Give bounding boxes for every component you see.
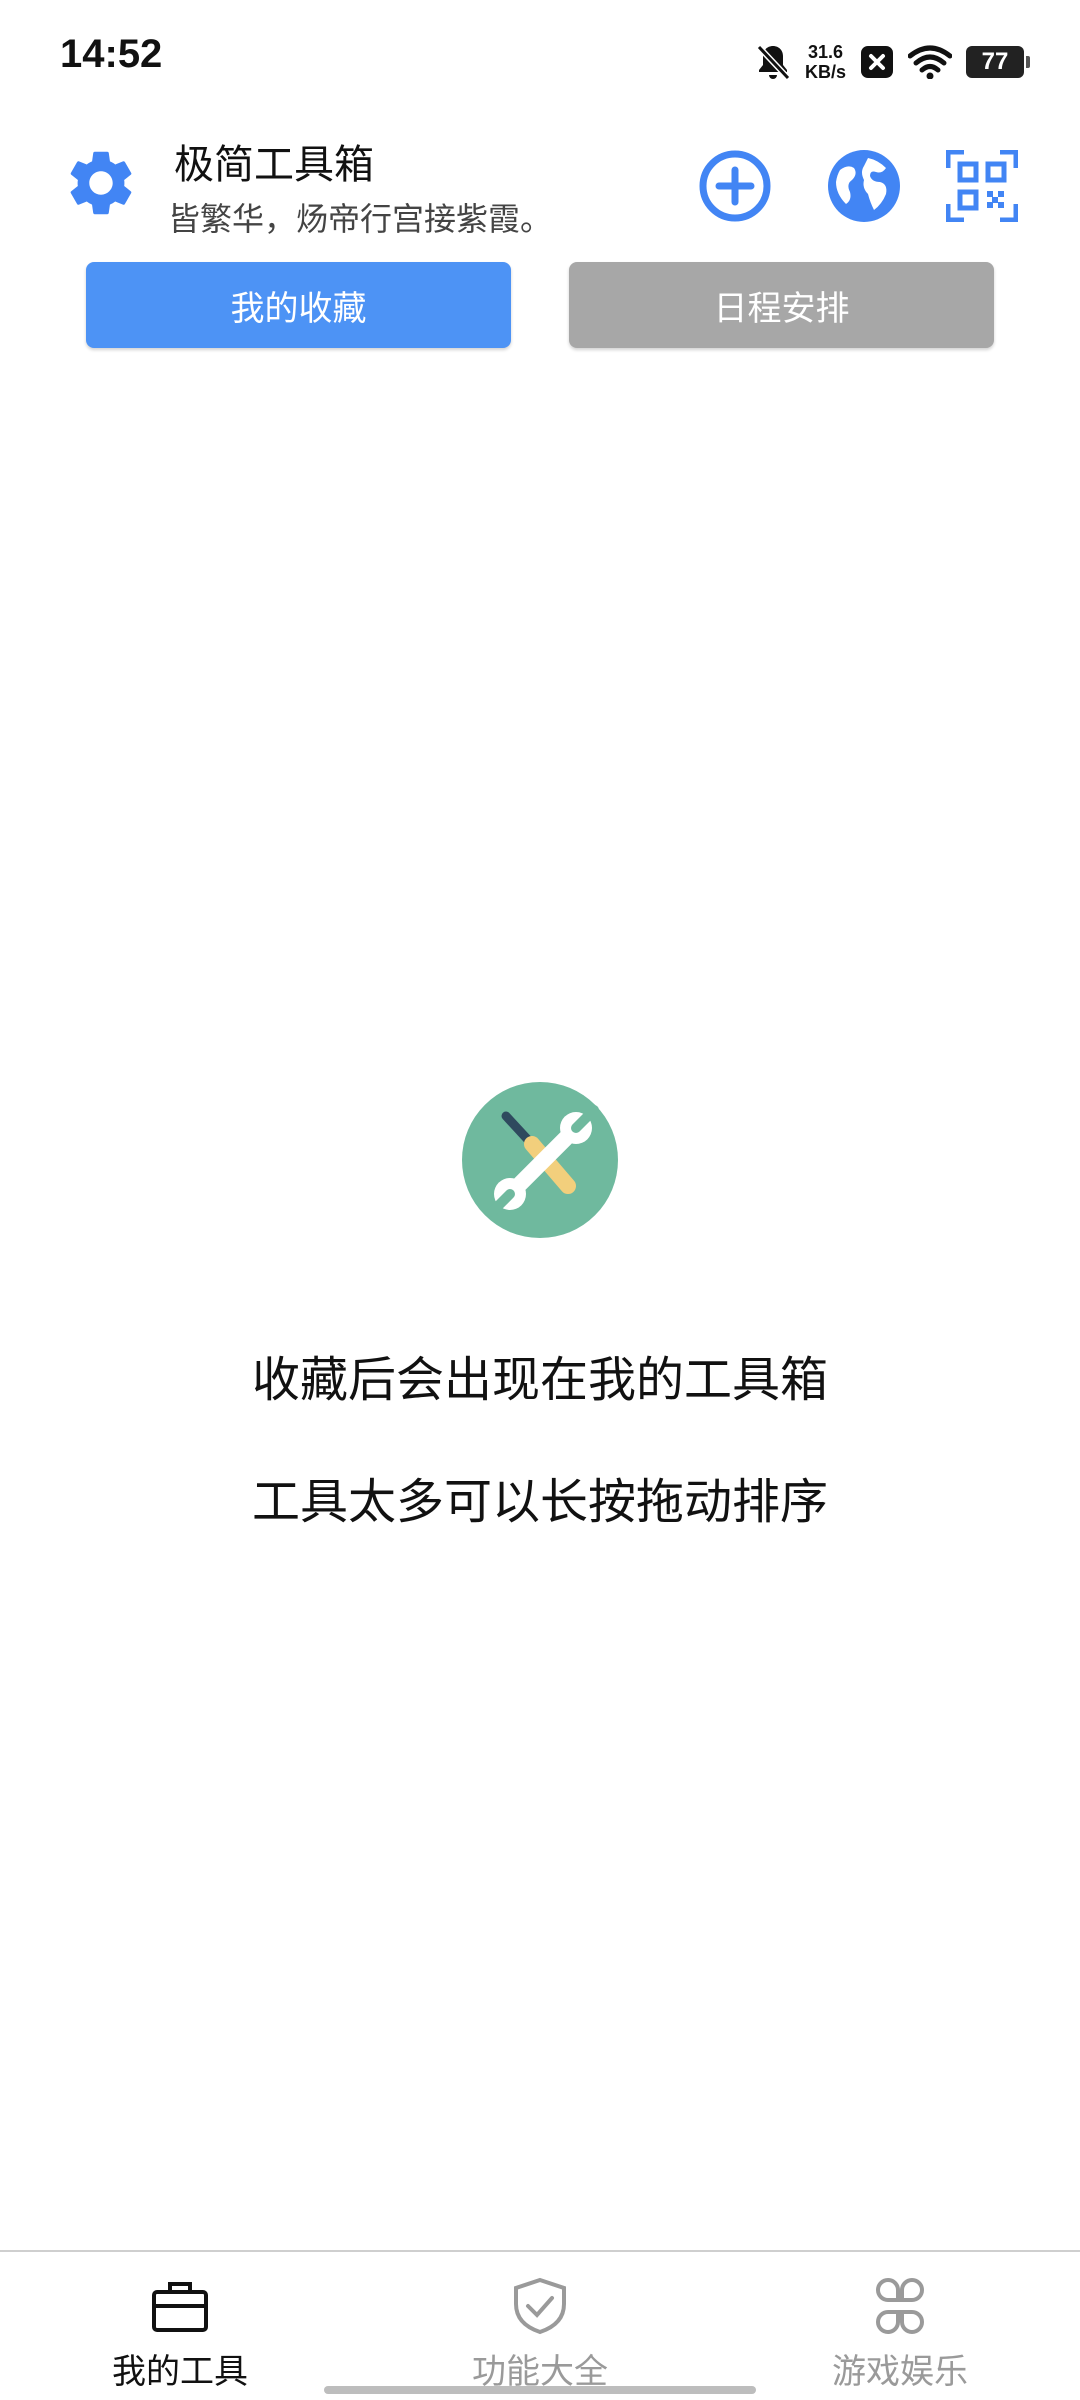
toolbox-icon (152, 2282, 208, 2332)
nav-games-label: 游戏娱乐 (832, 2352, 968, 2392)
app-title: 极简工具箱 (174, 142, 374, 188)
shield-check-icon (514, 2277, 566, 2335)
status-time: 14:52 (60, 32, 163, 76)
wifi-icon (908, 45, 952, 79)
apps-grid-icon (876, 2278, 924, 2334)
qr-scan-icon[interactable] (946, 150, 1018, 222)
bell-muted-icon (756, 44, 791, 81)
screen: 14:52 31.6 KB/s 77 极简工具箱 皆繁华，炀帝行宫接紫霞。 我的… (0, 0, 1080, 2400)
empty-hint-2: 工具太多可以长按拖动排序 (251, 1474, 828, 1530)
app-subtitle-marquee: 皆繁华，炀帝行宫接紫霞。 (168, 200, 553, 238)
status-bar: 14:52 31.6 KB/s 77 (0, 0, 1080, 120)
battery-level: 77 (981, 48, 1009, 75)
nav-all-functions[interactable]: 功能大全 (390, 2264, 690, 2394)
bottom-nav: 我的工具 功能大全 游戏娱乐 (0, 2250, 1080, 2400)
tools-icon (462, 1082, 618, 1238)
globe-icon[interactable] (826, 148, 902, 224)
tab-schedule[interactable]: 日程安排 (569, 262, 994, 348)
empty-hint-1: 收藏后会出现在我的工具箱 (251, 1352, 828, 1408)
tab-favorites-label: 我的收藏 (230, 288, 367, 329)
nav-my-tools-label: 我的工具 (112, 2352, 248, 2392)
add-circle-icon[interactable] (697, 148, 773, 224)
tab-favorites[interactable]: 我的收藏 (86, 262, 511, 348)
net-speed: 31.6 KB/s (805, 42, 846, 82)
net-speed-unit: KB/s (804, 62, 846, 82)
tab-schedule-label: 日程安排 (713, 288, 850, 329)
app-notification-icon (861, 46, 893, 78)
net-speed-value: 31.6 (807, 42, 844, 62)
battery-icon: 77 (966, 46, 1030, 78)
status-icons: 31.6 KB/s 77 (755, 38, 1030, 86)
nav-games[interactable]: 游戏娱乐 (750, 2264, 1050, 2394)
home-indicator[interactable] (324, 2386, 756, 2394)
nav-my-tools[interactable]: 我的工具 (30, 2264, 330, 2394)
settings-icon[interactable] (62, 144, 140, 222)
